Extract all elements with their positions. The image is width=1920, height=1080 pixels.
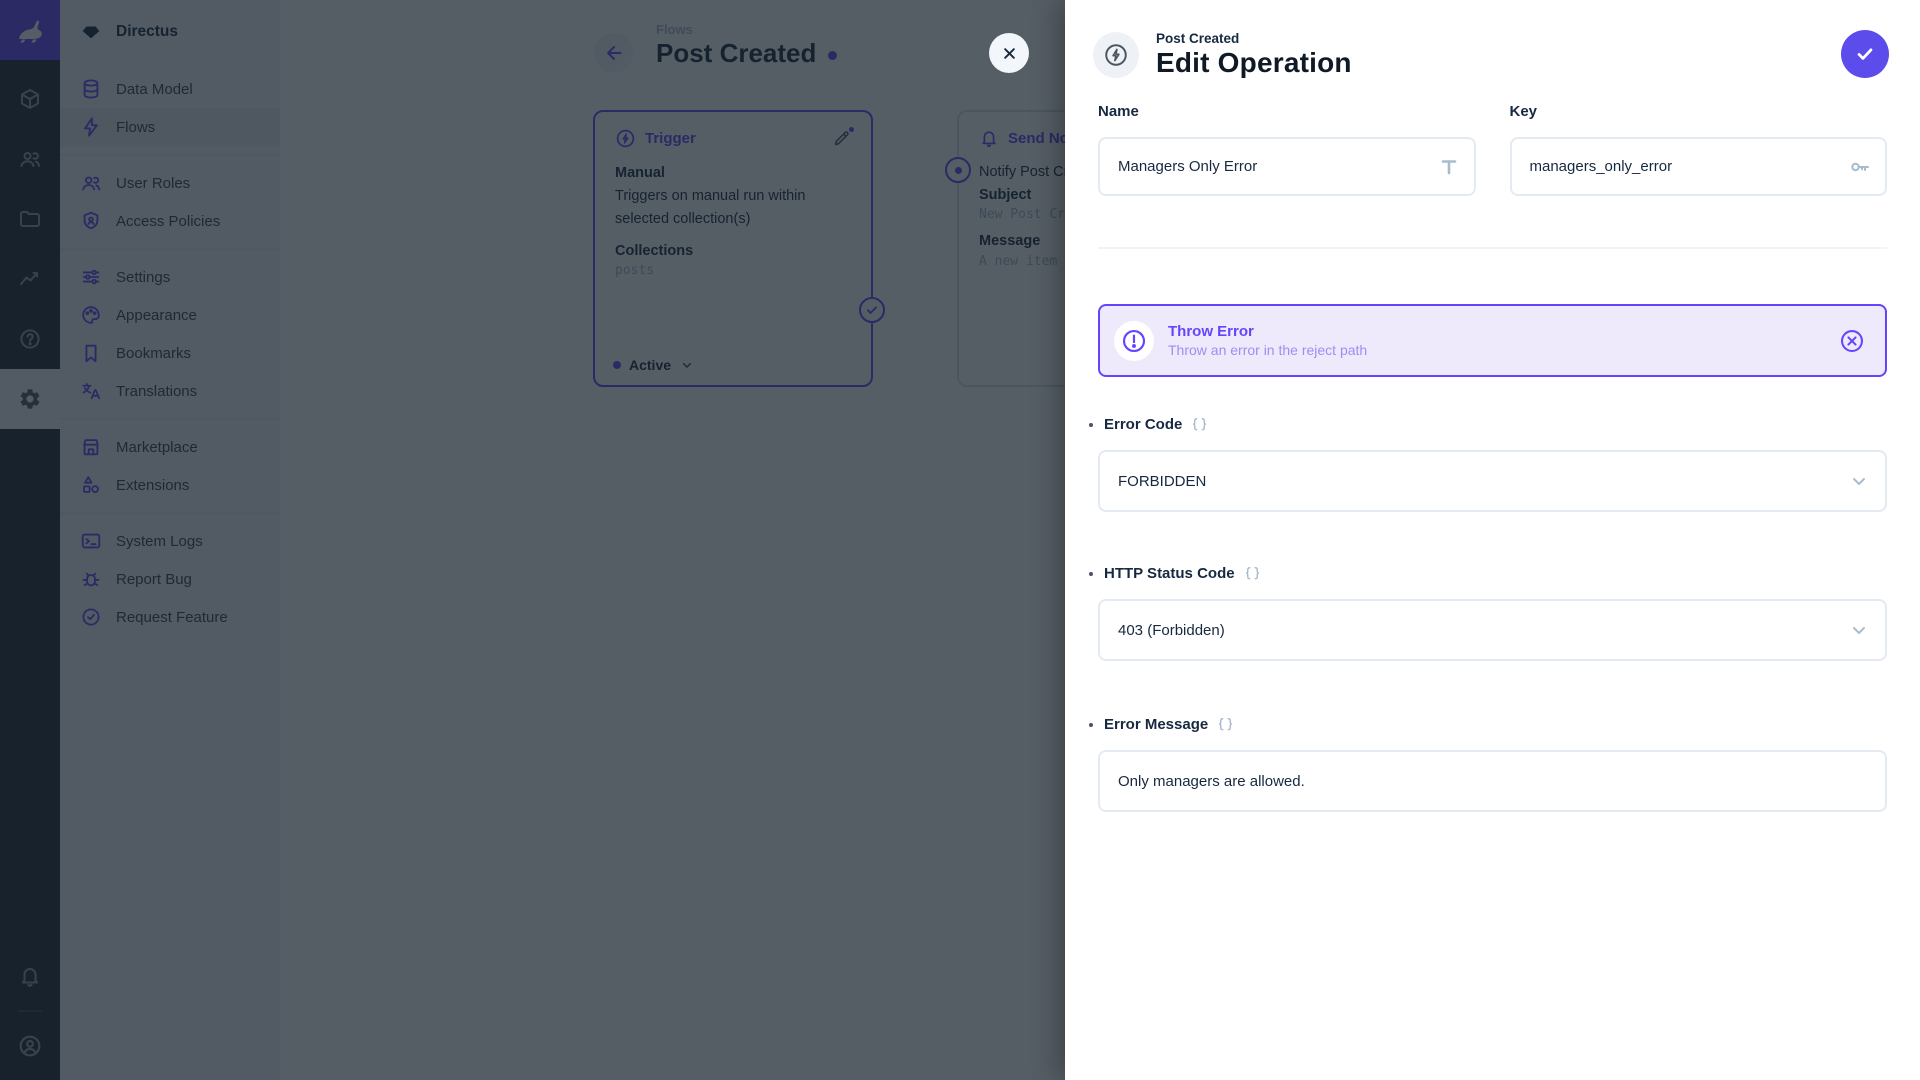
http-status-label: HTTP Status Code	[1104, 562, 1235, 586]
operation-type-subtitle: Throw an error in the reject path	[1168, 342, 1825, 358]
name-input[interactable]	[1098, 137, 1476, 196]
raw-value-icon[interactable]	[1190, 416, 1209, 435]
title-case-icon[interactable]	[1437, 155, 1461, 179]
edit-operation-drawer: Post Created Edit Operation Name Key	[1065, 0, 1920, 1080]
error-code-label: Error Code	[1104, 413, 1182, 437]
error-message-group: Error Message	[1098, 713, 1887, 812]
save-button[interactable]	[1841, 30, 1889, 78]
required-dot	[1089, 572, 1093, 576]
operation-type-panel[interactable]: Throw Error Throw an error in the reject…	[1098, 304, 1887, 377]
required-dot	[1089, 423, 1093, 427]
bolt-circle-icon	[1103, 42, 1129, 68]
drawer-backdrop[interactable]	[0, 0, 1065, 1080]
drawer-breadcrumb[interactable]: Post Created	[1156, 31, 1352, 46]
operation-form: Name Key	[1098, 100, 1887, 812]
http-status-group: HTTP Status Code 403 (Forbidden)	[1098, 562, 1887, 661]
directus-app: Directus Data Model Flows User Roles Acc…	[0, 0, 1920, 1080]
form-divider	[1098, 247, 1887, 249]
error-code-group: Error Code FORBIDDEN	[1098, 413, 1887, 512]
name-label: Name	[1098, 100, 1139, 124]
raw-value-icon[interactable]	[1216, 716, 1235, 735]
key-label: Key	[1510, 100, 1538, 124]
alert-circle-icon	[1114, 321, 1154, 361]
raw-value-icon[interactable]	[1243, 565, 1262, 584]
close-icon	[1000, 44, 1019, 63]
drawer-title: Edit Operation	[1156, 47, 1352, 79]
chevron-down-icon	[1847, 618, 1871, 642]
key-field-group: Key	[1510, 100, 1888, 196]
remove-operation-icon[interactable]	[1839, 328, 1865, 354]
required-dot	[1089, 723, 1093, 727]
http-status-select[interactable]: 403 (Forbidden)	[1098, 599, 1887, 661]
operation-type-title: Throw Error	[1168, 323, 1825, 340]
error-code-select[interactable]: FORBIDDEN	[1098, 450, 1887, 512]
error-message-label: Error Message	[1104, 713, 1208, 737]
key-input[interactable]	[1510, 137, 1888, 196]
close-drawer-button[interactable]	[989, 33, 1029, 73]
drawer-avatar	[1093, 32, 1139, 78]
chevron-down-icon	[1847, 469, 1871, 493]
error-message-input[interactable]	[1098, 750, 1887, 812]
name-field-group: Name	[1098, 100, 1476, 196]
check-icon	[1854, 43, 1876, 65]
key-icon[interactable]	[1848, 155, 1872, 179]
